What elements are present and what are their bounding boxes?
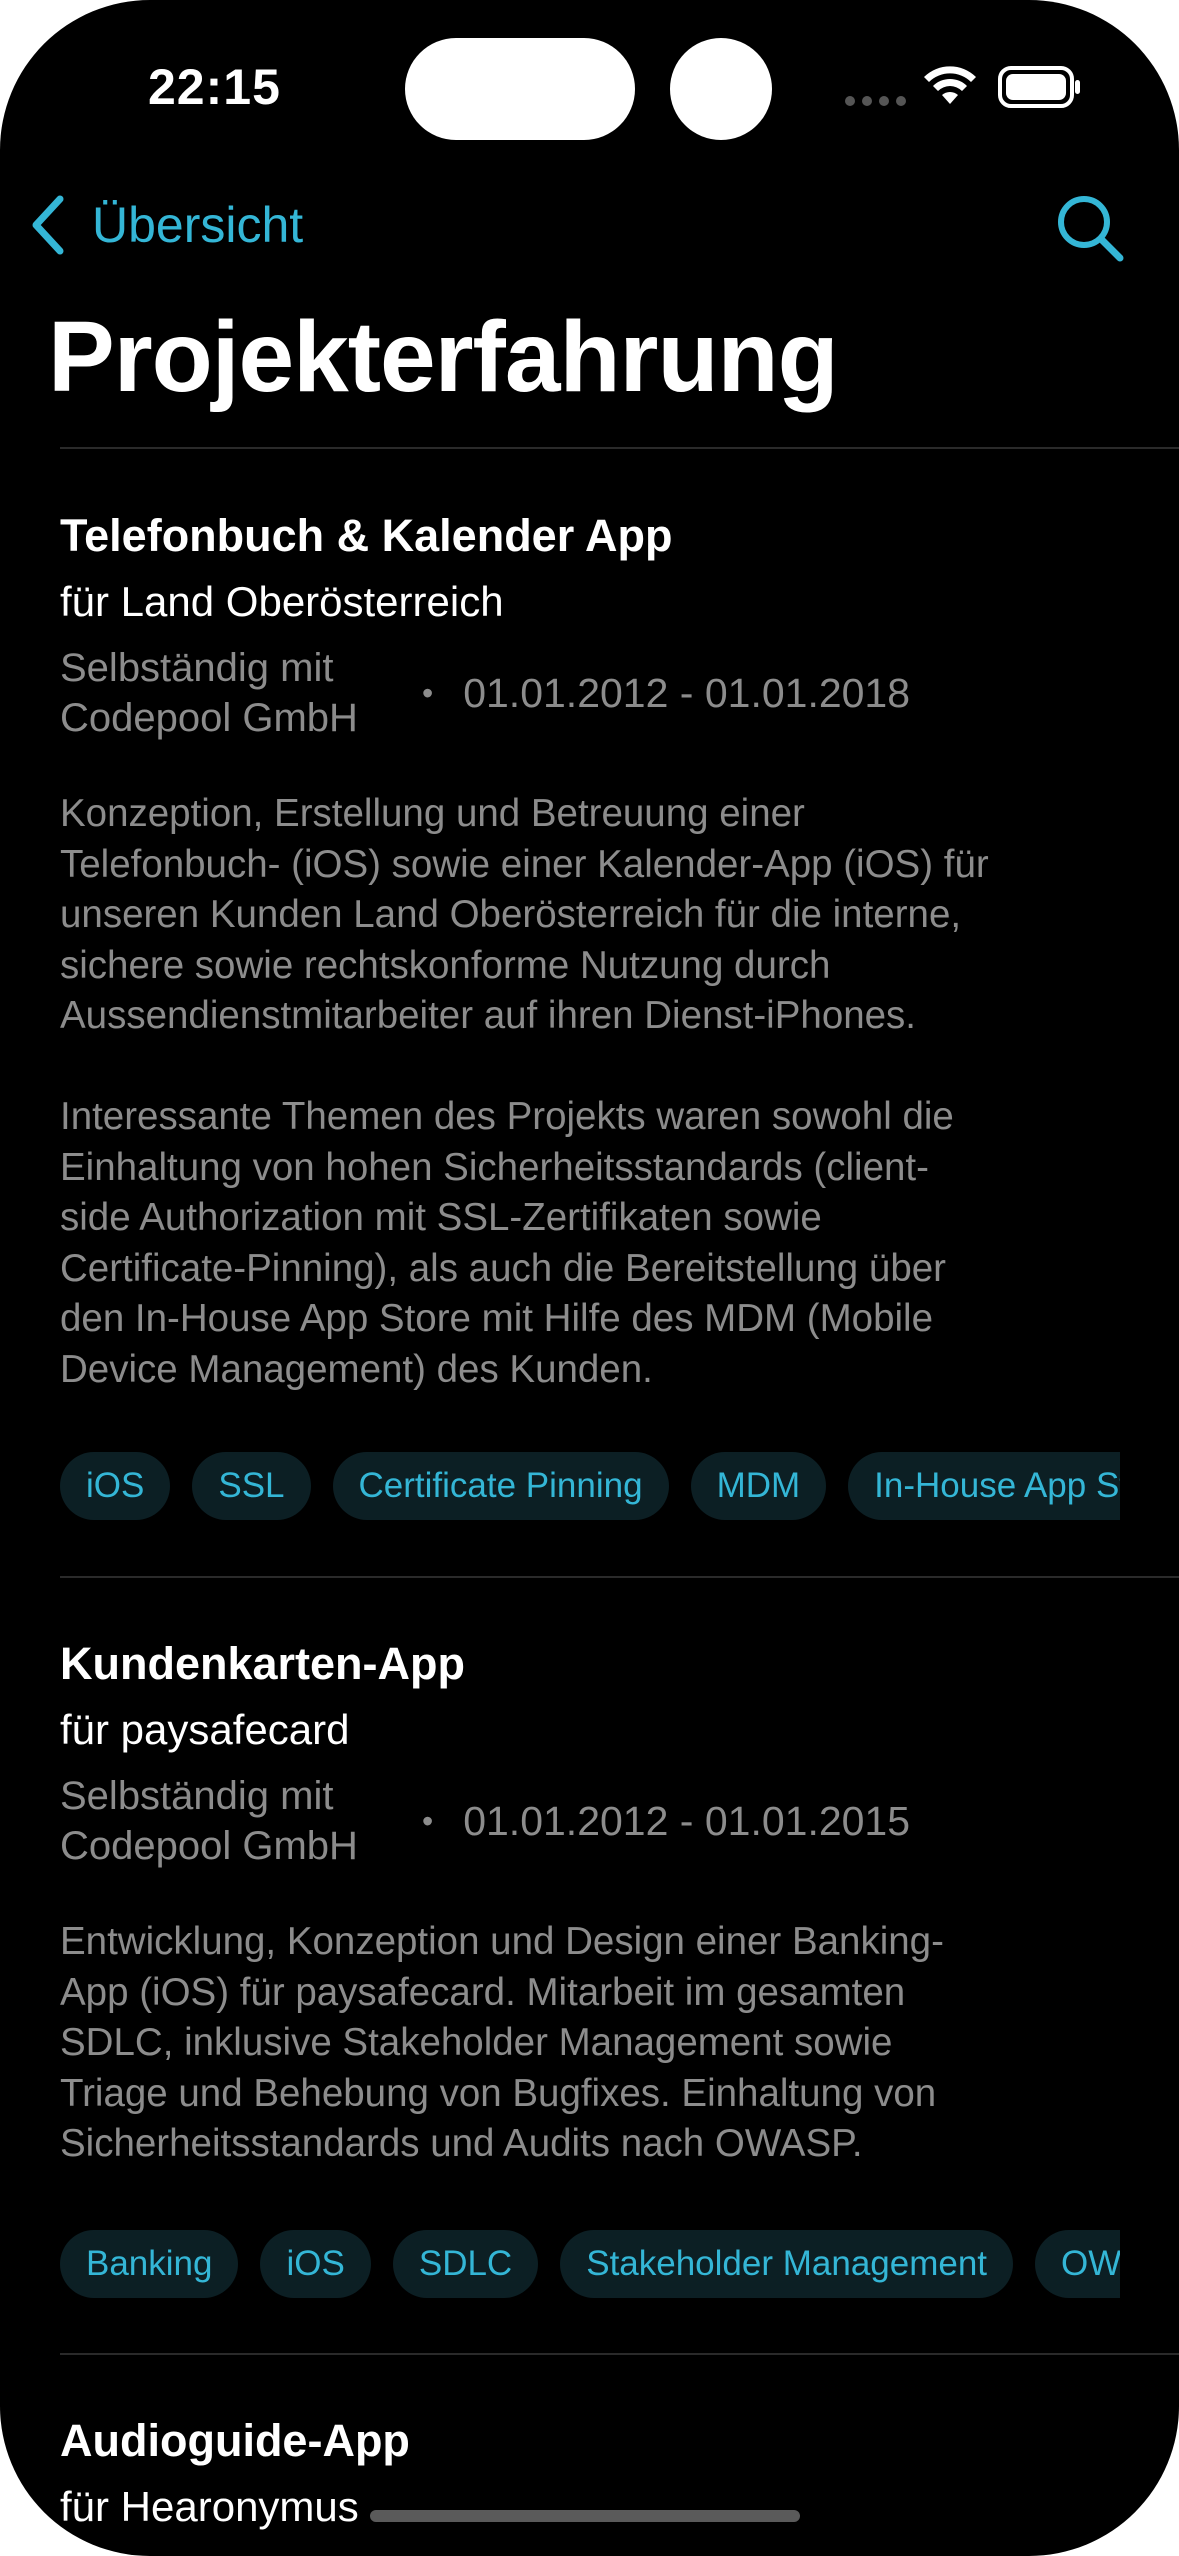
status-time: 22:15 xyxy=(148,59,281,115)
battery-icon xyxy=(998,66,1080,108)
tag-chip[interactable]: Stakeholder Management xyxy=(560,2230,1014,2298)
project-card: Kundenkarten-App für paysafecard Selbstä… xyxy=(60,1631,1120,2170)
project-dates: 01.01.2012 - 01.01.2015 xyxy=(463,1797,911,1844)
home-indicator[interactable] xyxy=(370,2510,800,2522)
project-client: für paysafecard xyxy=(60,1706,350,1753)
project-client: für Land Oberösterreich xyxy=(60,578,504,625)
dynamic-island-pill xyxy=(405,38,635,140)
project-divider xyxy=(60,1576,1179,1578)
tag-chip[interactable]: SSL xyxy=(192,1452,311,1520)
bullet-separator: • xyxy=(422,1802,434,1839)
tag-chip[interactable]: Banking xyxy=(60,2230,239,2298)
page-title: Projekterfahrung xyxy=(48,301,839,413)
back-button[interactable]: Übersicht xyxy=(28,190,303,260)
project-title: Telefonbuch & Kalender App xyxy=(60,510,673,561)
tag-chip[interactable]: iOS xyxy=(260,2230,371,2298)
project-tags[interactable]: Banking iOS SDLC Stakeholder Management OWAS… xyxy=(60,2230,1120,2298)
dynamic-island-camera xyxy=(670,38,772,140)
project-description: Entwicklung, Konzeption und Design einer… xyxy=(60,1920,944,2165)
project-title: Audioguide-App xyxy=(60,2415,410,2466)
tag-chip[interactable]: iOS xyxy=(60,1452,171,1520)
tag-chip[interactable]: Certificate Pinning xyxy=(332,1452,669,1520)
project-divider xyxy=(60,2353,1179,2355)
tag-chip[interactable]: In-House App Store xyxy=(848,1452,1120,1520)
app-screen: 22:15 Übersicht Projekterfahrung Telefon… xyxy=(0,0,1179,2556)
project-title: Kundenkarten-App xyxy=(60,1638,465,1689)
project-description: Konzeption, Erstellung und Betreuung ein… xyxy=(60,792,989,1391)
project-organization: Selbständig mit Codepool GmbH xyxy=(60,1774,358,1868)
project-meta: Selbständig mit Codepool GmbH • 01.01.20… xyxy=(60,643,1120,743)
tag-chip[interactable]: OWASP xyxy=(1035,2230,1120,2298)
search-icon[interactable] xyxy=(1054,192,1126,264)
tag-chip[interactable]: MDM xyxy=(690,1452,827,1520)
project-tags[interactable]: iOS SSL Certificate Pinning MDM In-House App… xyxy=(60,1452,1120,1520)
project-dates: 01.01.2012 - 01.01.2018 xyxy=(463,669,911,716)
project-card: Telefonbuch & Kalender App für Land Ober… xyxy=(60,503,1120,1395)
bullet-separator: • xyxy=(422,674,434,711)
wifi-icon xyxy=(924,66,976,104)
tag-chip[interactable]: SDLC xyxy=(392,2230,539,2298)
chevron-left-icon xyxy=(32,195,64,255)
project-meta: Selbständig mit Codepool GmbH • 01.01.20… xyxy=(60,1771,1120,1871)
project-client: für Hearonymus xyxy=(60,2483,359,2530)
header-divider xyxy=(60,447,1179,449)
project-organization: Selbständig mit Codepool GmbH xyxy=(60,646,358,740)
back-button-label: Übersicht xyxy=(92,197,304,253)
cellular-signal-icon xyxy=(845,96,906,106)
